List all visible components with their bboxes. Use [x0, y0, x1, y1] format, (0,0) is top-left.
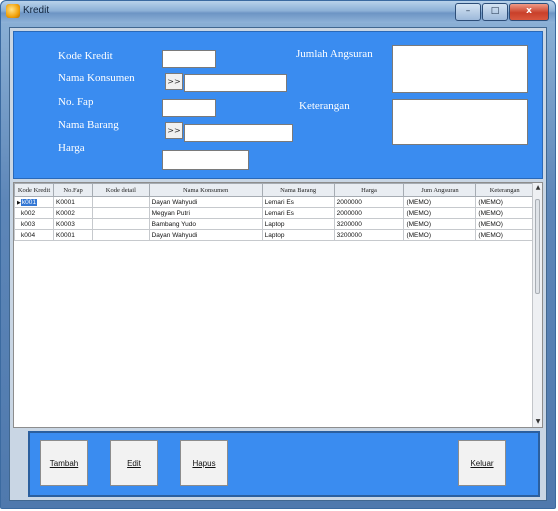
- nama-konsumen-lookup-button[interactable]: >>: [165, 73, 183, 90]
- scroll-down-icon[interactable]: ▼: [534, 418, 542, 426]
- harga-label: Harga: [58, 142, 85, 154]
- table-cell[interactable]: (MEMO): [475, 207, 534, 219]
- close-button[interactable]: x: [509, 3, 549, 21]
- table-cell[interactable]: k004: [14, 229, 55, 241]
- no-fap-label: No. Fap: [58, 96, 94, 108]
- app-icon: [6, 4, 20, 18]
- kredit-table: Kode Kredit No.Fap Kode detail Nama Kons…: [14, 183, 534, 241]
- minimize-button[interactable]: –: [455, 3, 481, 21]
- table-row[interactable]: k003 K0003 Bambang Yudo Laptop 3200000 (…: [14, 218, 534, 230]
- table-cell[interactable]: 3200000: [333, 218, 405, 230]
- kode-kredit-label: Kode Kredit: [58, 50, 113, 62]
- table-cell[interactable]: K0002: [53, 207, 94, 219]
- title-bar[interactable]: Kredit – □ x: [1, 1, 555, 23]
- table-cell[interactable]: (MEMO): [403, 207, 477, 219]
- table-cell[interactable]: k002: [14, 207, 55, 219]
- table-cell[interactable]: 2000000: [333, 207, 405, 219]
- table-cell[interactable]: [92, 218, 150, 230]
- scroll-thumb[interactable]: [535, 199, 540, 294]
- keterangan-input[interactable]: [392, 99, 528, 145]
- table-cell[interactable]: Laptop: [261, 218, 335, 230]
- table-cell[interactable]: Dayan Wahyudi: [148, 229, 263, 241]
- nama-konsumen-label: Nama Konsumen: [58, 72, 135, 84]
- keluar-button[interactable]: Keluar: [458, 440, 506, 486]
- keterangan-label: Keterangan: [299, 100, 350, 112]
- window-title: Kredit: [23, 5, 50, 16]
- hapus-button-label: Hapus: [192, 458, 216, 468]
- jumlah-angsuran-label: Jumlah Angsuran: [296, 48, 373, 60]
- vertical-scrollbar[interactable]: ▲ ▼: [532, 183, 542, 427]
- column-header[interactable]: Harga: [333, 183, 405, 197]
- table-cell[interactable]: [92, 207, 150, 219]
- table-row[interactable]: k004 K0001 Dayan Wahyudi Laptop 3200000 …: [14, 229, 534, 241]
- edit-button-label: Edit: [127, 458, 141, 468]
- table-cell[interactable]: K0001: [53, 196, 94, 208]
- maximize-button[interactable]: □: [482, 3, 508, 21]
- table-cell[interactable]: K0003: [53, 218, 94, 230]
- table-cell[interactable]: Megyan Putri: [148, 207, 263, 219]
- hapus-button[interactable]: Hapus: [180, 440, 228, 486]
- table-cell[interactable]: Lemari Es: [261, 196, 335, 208]
- tambah-button[interactable]: Tambah: [40, 440, 88, 486]
- harga-input[interactable]: [162, 150, 249, 170]
- kode-kredit-input[interactable]: [162, 50, 216, 68]
- no-fap-input[interactable]: [162, 99, 216, 117]
- table-cell[interactable]: 2000000: [333, 196, 405, 208]
- nama-konsumen-input[interactable]: [184, 74, 287, 92]
- table-cell[interactable]: Bambang Yudo: [148, 218, 263, 230]
- table-cell[interactable]: 3200000: [333, 229, 405, 241]
- button-panel: Tambah Edit Hapus Keluar: [28, 431, 540, 497]
- table-cell[interactable]: (MEMO): [475, 196, 534, 208]
- edit-button[interactable]: Edit: [110, 440, 158, 486]
- table-row[interactable]: ▶k001 K0001 Dayan Wahyudi Lemari Es 2000…: [14, 196, 534, 208]
- table-cell[interactable]: (MEMO): [403, 229, 477, 241]
- table-cell[interactable]: Laptop: [261, 229, 335, 241]
- table-row[interactable]: k002 K0002 Megyan Putri Lemari Es 200000…: [14, 207, 534, 219]
- keluar-button-label: Keluar: [470, 458, 494, 468]
- table-cell[interactable]: k003: [14, 218, 55, 230]
- nama-barang-lookup-button[interactable]: >>: [165, 122, 183, 139]
- data-grid[interactable]: Kode Kredit No.Fap Kode detail Nama Kons…: [13, 182, 543, 428]
- table-cell[interactable]: (MEMO): [475, 229, 534, 241]
- table-cell[interactable]: ▶k001: [14, 196, 55, 208]
- column-header[interactable]: Jum Angsuran: [403, 183, 477, 197]
- jumlah-angsuran-input[interactable]: [392, 45, 528, 93]
- table-cell[interactable]: Lemari Es: [261, 207, 335, 219]
- column-header[interactable]: Nama Barang: [261, 183, 335, 197]
- kredit-window: Kredit – □ x Kode Kredit Nama Konsumen >…: [0, 0, 556, 509]
- table-cell[interactable]: (MEMO): [403, 196, 477, 208]
- column-header[interactable]: Kode detail: [92, 183, 150, 197]
- column-header[interactable]: Kode Kredit: [14, 183, 55, 197]
- table-cell[interactable]: Dayan Wahyudi: [148, 196, 263, 208]
- selected-cell-text: k001: [20, 198, 37, 206]
- table-cell[interactable]: [92, 196, 150, 208]
- tambah-button-label: Tambah: [49, 458, 79, 468]
- table-cell[interactable]: K0001: [53, 229, 94, 241]
- table-cell[interactable]: [92, 229, 150, 241]
- column-header[interactable]: Keterangan: [475, 183, 534, 197]
- table-cell[interactable]: (MEMO): [475, 218, 534, 230]
- form-panel: Kode Kredit Nama Konsumen >> No. Fap Nam…: [13, 31, 543, 179]
- scroll-up-icon[interactable]: ▲: [534, 184, 542, 192]
- client-area: Kode Kredit Nama Konsumen >> No. Fap Nam…: [9, 27, 547, 501]
- table-header-row: Kode Kredit No.Fap Kode detail Nama Kons…: [14, 183, 534, 197]
- nama-barang-input[interactable]: [184, 124, 293, 142]
- table-cell[interactable]: (MEMO): [403, 218, 477, 230]
- column-header[interactable]: Nama Konsumen: [148, 183, 263, 197]
- nama-barang-label: Nama Barang: [58, 119, 119, 131]
- column-header[interactable]: No.Fap: [53, 183, 94, 197]
